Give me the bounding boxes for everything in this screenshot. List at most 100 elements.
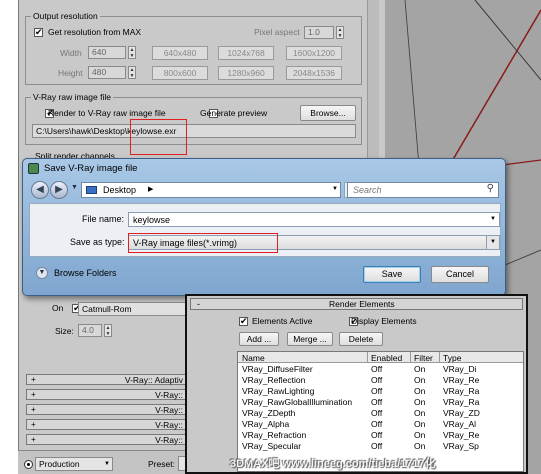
rollout-3[interactable]: + V-Ray::	[26, 404, 188, 415]
column-header-filter[interactable]: Filter	[414, 353, 433, 363]
table-row[interactable]: VRay_Refraction Off On VRay_Re	[238, 430, 523, 441]
generate-preview-label: Generate preview	[200, 108, 268, 118]
filter-size-spinner[interactable]: ▲ ▼	[104, 324, 112, 337]
address-desktop-label: Desktop	[103, 185, 137, 195]
height-spinner[interactable]: ▲ ▼	[128, 66, 136, 79]
row-name: VRay_Specular	[242, 441, 302, 451]
elements-active-checkbox[interactable]	[239, 315, 248, 327]
height-label: Height	[58, 68, 83, 78]
filter-type-select[interactable]: Catmull-Rom	[78, 302, 188, 316]
address-dropdown-icon[interactable]: ▼	[332, 186, 338, 192]
rollout-5[interactable]: + V-Ray::	[26, 434, 188, 445]
search-placeholder: Search	[353, 185, 382, 195]
row-name: VRay_RawGlobalIllumination	[242, 397, 353, 407]
display-elements-label: Display Elements	[351, 316, 417, 326]
row-type: VRay_ZD	[443, 408, 480, 418]
rollout-plus-icon: +	[31, 420, 36, 429]
cancel-button[interactable]: Cancel	[431, 266, 489, 283]
history-chevron-icon[interactable]: ▼	[71, 184, 78, 191]
row-type: VRay_Al	[443, 419, 477, 429]
delete-button[interactable]: Delete	[339, 332, 383, 346]
width-field[interactable]: 640	[88, 46, 126, 59]
get-resolution-checkbox[interactable]	[34, 26, 43, 38]
desktop-folder-icon	[86, 186, 97, 194]
forward-arrow-icon[interactable]: ▶	[50, 181, 68, 199]
rollout-adaptive[interactable]: + V-Ray:: Adaptiv	[26, 374, 188, 385]
row-name: VRay_ZDepth	[242, 408, 296, 418]
filter-size-field[interactable]: 4.0	[78, 324, 102, 337]
column-header-name[interactable]: Name	[242, 353, 265, 363]
preset-button-2[interactable]: 1024x768	[218, 46, 274, 60]
mode-dropdown-icon[interactable]: ▼	[104, 458, 110, 470]
row-enabled: Off	[371, 408, 383, 418]
output-resolution-title: Output resolution	[31, 11, 100, 21]
rollout-plus-icon: +	[31, 390, 36, 399]
rollout-4[interactable]: + V-Ray::	[26, 419, 188, 430]
table-row[interactable]: VRay_Specular Off On VRay_Sp	[238, 441, 523, 452]
row-enabled: Off	[371, 364, 383, 374]
search-box[interactable]: Search ⚲	[347, 182, 499, 198]
back-arrow-icon[interactable]: ◀	[31, 181, 49, 199]
row-filter: On	[414, 441, 426, 451]
watermark: 3DMAX吧 www.lineeg.com/tieba/1717化	[230, 458, 436, 470]
list-rows: VRay_DiffuseFilter Off On VRay_Di VRay_R…	[238, 364, 523, 452]
pixel-aspect-label: Pixel aspect	[254, 27, 300, 37]
rollout-title: V-Ray::	[155, 420, 183, 430]
row-filter: On	[414, 430, 426, 440]
elements-list[interactable]: Name Enabled Filter Type VRay_DiffuseFil…	[237, 351, 524, 472]
render-elements-panel: - Render Elements Elements Active Displa…	[185, 294, 528, 474]
table-row[interactable]: VRay_RawGlobalIllumination Off On VRay_R…	[238, 397, 523, 408]
table-row[interactable]: VRay_Alpha Off On VRay_Al	[238, 419, 523, 430]
table-row[interactable]: VRay_DiffuseFilter Off On VRay_Di	[238, 364, 523, 375]
address-bar[interactable]: Desktop ▶ ▼	[81, 182, 341, 198]
table-row[interactable]: VRay_ZDepth Off On VRay_ZD	[238, 408, 523, 419]
file-name-field[interactable]: keylowse ▼	[128, 212, 500, 227]
save-type-dropdown-icon[interactable]: ▼	[486, 236, 499, 249]
add-element-button[interactable]: Add ...	[239, 332, 279, 346]
rollout-plus-icon: +	[31, 375, 36, 384]
save-dialog: Save V-Ray image file ◀ ▶ ▼ Desktop ▶ ▼ …	[22, 158, 506, 296]
file-name-dropdown-icon[interactable]: ▼	[490, 216, 496, 222]
preset-button-5[interactable]: 1280x960	[218, 66, 274, 80]
row-name: VRay_Refraction	[242, 430, 307, 440]
column-header-enabled[interactable]: Enabled	[371, 353, 402, 363]
render-to-raw-label: Render to V-Ray raw image file	[48, 108, 166, 118]
rollout-2[interactable]: + V-Ray::	[26, 389, 188, 400]
breadcrumb-arrow-icon[interactable]: ▶	[148, 185, 153, 193]
row-name: VRay_Alpha	[242, 419, 290, 429]
browse-folders-link[interactable]: Browse Folders	[54, 268, 117, 278]
highlight-box-savetype	[128, 233, 278, 253]
width-spinner[interactable]: ▲ ▼	[128, 46, 136, 59]
pixel-aspect-spinner[interactable]: ▲ ▼	[336, 26, 344, 39]
highlight-box-filename	[130, 119, 187, 155]
browse-folders-icon[interactable]: ▼	[36, 267, 48, 279]
dialog-title: Save V-Ray image file	[44, 163, 138, 174]
preset-button-1[interactable]: 640x480	[152, 46, 208, 60]
table-row[interactable]: VRay_RawLighting Off On VRay_Ra	[238, 386, 523, 397]
table-row[interactable]: VRay_Reflection Off On VRay_Re	[238, 375, 523, 386]
row-filter: On	[414, 408, 426, 418]
pixel-aspect-field[interactable]: 1.0	[304, 26, 334, 39]
column-header-type[interactable]: Type	[443, 353, 461, 363]
mode-value: Production	[39, 459, 80, 469]
filter-size-label: Size:	[55, 326, 74, 336]
row-type: VRay_Di	[443, 364, 477, 374]
raw-path-field[interactable]: C:\Users\hawk\Desktop\keylowse.exr	[32, 124, 356, 138]
render-elements-header[interactable]: - Render Elements	[190, 298, 523, 310]
search-icon[interactable]: ⚲	[487, 183, 494, 194]
browse-button[interactable]: Browse...	[300, 105, 356, 121]
row-filter: On	[414, 375, 426, 385]
preset-label: Preset:	[148, 459, 175, 469]
dialog-app-icon	[28, 163, 39, 174]
column-divider	[367, 352, 368, 363]
render-elements-title: Render Elements	[329, 299, 395, 309]
preset-button-4[interactable]: 800x600	[152, 66, 208, 80]
save-button[interactable]: Save	[363, 266, 421, 283]
mode-select[interactable]: Production ▼	[35, 457, 113, 471]
height-field[interactable]: 480	[88, 66, 126, 79]
merge-button[interactable]: Merge ...	[287, 332, 333, 346]
preset-button-3[interactable]: 1600x1200	[286, 46, 342, 60]
production-radio[interactable]	[24, 460, 33, 469]
preset-button-6[interactable]: 2048x1536	[286, 66, 342, 80]
row-filter: On	[414, 419, 426, 429]
